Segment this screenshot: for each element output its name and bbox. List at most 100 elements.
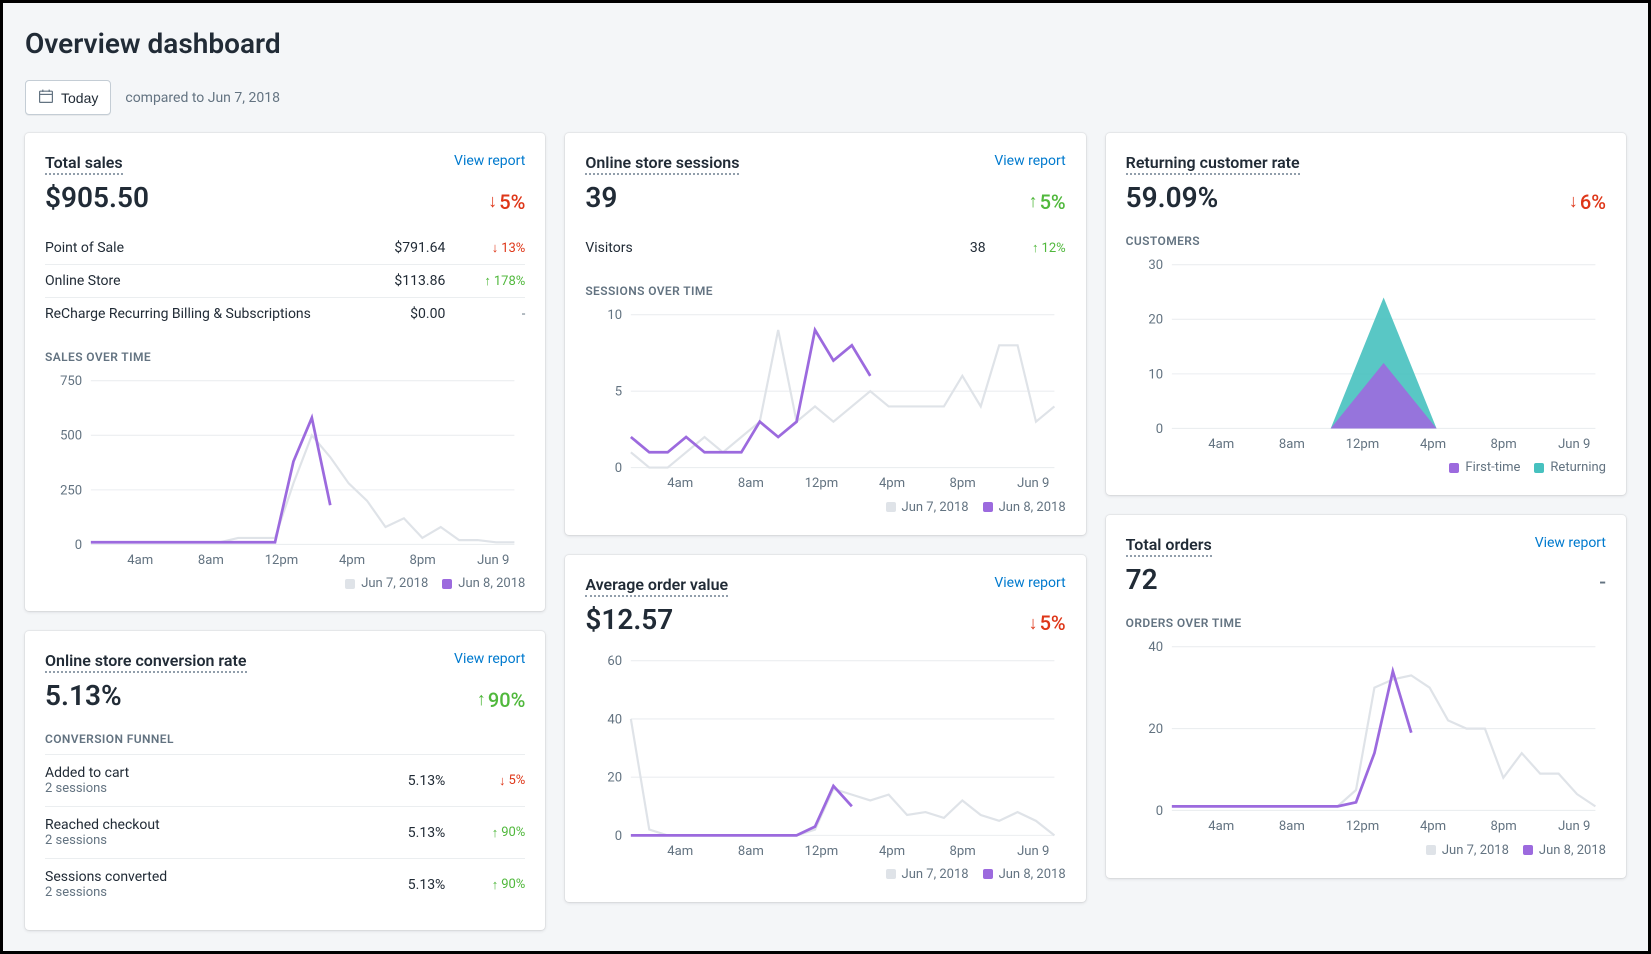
aov-value: $12.57 xyxy=(585,603,673,636)
svg-text:8am: 8am xyxy=(1279,820,1305,835)
svg-text:0: 0 xyxy=(615,461,622,476)
svg-text:12pm: 12pm xyxy=(1345,437,1379,452)
card-aov: Average order value View report $12.57 ↓… xyxy=(565,555,1085,902)
legend-swatch-icon xyxy=(886,502,896,512)
section-label-sales-over-time: SALES OVER TIME xyxy=(45,350,525,364)
svg-text:4pm: 4pm xyxy=(1420,820,1446,835)
chart-legend: Jun 7, 2018 Jun 8, 2018 xyxy=(1126,843,1606,858)
svg-text:40: 40 xyxy=(1148,641,1163,656)
date-picker-label: Today xyxy=(61,90,98,106)
view-report-link[interactable]: View report xyxy=(994,153,1065,169)
returning-delta: ↓6% xyxy=(1569,190,1606,214)
svg-text:8pm: 8pm xyxy=(410,553,436,568)
orders-value: 72 xyxy=(1126,563,1158,596)
card-sessions: Online store sessions View report 39 ↑5%… xyxy=(565,133,1085,535)
card-title-total-sales: Total sales xyxy=(45,153,123,175)
row-value: 38 xyxy=(906,240,986,256)
svg-text:8pm: 8pm xyxy=(950,844,976,859)
svg-text:10: 10 xyxy=(1148,367,1163,382)
card-title-orders: Total orders xyxy=(1126,535,1212,557)
svg-text:8pm: 8pm xyxy=(1490,437,1516,452)
funnel-change: ↑90% xyxy=(455,825,525,841)
view-report-link[interactable]: View report xyxy=(1535,535,1606,551)
sessions-value: 39 xyxy=(585,181,617,214)
svg-text:40: 40 xyxy=(608,712,623,727)
row-change: ↑12% xyxy=(996,240,1066,256)
funnel-sublabel: 2 sessions xyxy=(45,781,355,796)
view-report-link[interactable]: View report xyxy=(994,575,1065,591)
row-label: Point of Sale xyxy=(45,240,355,256)
arrow-up-icon: ↑ xyxy=(1029,191,1038,212)
legend-swatch-icon xyxy=(1534,463,1544,473)
svg-text:12pm: 12pm xyxy=(805,476,839,491)
svg-text:20: 20 xyxy=(1148,722,1163,737)
svg-text:500: 500 xyxy=(60,429,82,444)
svg-text:12pm: 12pm xyxy=(805,844,839,859)
section-label-funnel: CONVERSION FUNNEL xyxy=(45,732,525,746)
legend-swatch-icon xyxy=(345,579,355,589)
svg-text:8pm: 8pm xyxy=(950,476,976,491)
svg-text:60: 60 xyxy=(608,654,623,669)
orders-delta: - xyxy=(1599,570,1606,594)
legend-swatch-icon xyxy=(1523,845,1533,855)
calendar-icon xyxy=(38,88,54,107)
card-total-orders: Total orders View report 72 - ORDERS OVE… xyxy=(1106,515,1626,877)
svg-text:4pm: 4pm xyxy=(1420,437,1446,452)
funnel-sublabel: 2 sessions xyxy=(45,885,355,900)
compared-to-label: compared to Jun 7, 2018 xyxy=(125,90,280,106)
arrow-down-icon: ↓ xyxy=(1569,191,1578,212)
chart-legend: Jun 7, 2018 Jun 8, 2018 xyxy=(45,576,525,591)
card-conversion-rate: Online store conversion rate View report… xyxy=(25,631,545,930)
legend-swatch-icon xyxy=(983,869,993,879)
chart-legend: Jun 7, 2018 Jun 8, 2018 xyxy=(585,867,1065,882)
arrow-up-icon: ↑ xyxy=(1032,240,1039,256)
funnel-label: Sessions converted xyxy=(45,869,355,885)
legend-swatch-icon xyxy=(886,869,896,879)
page-title: Overview dashboard xyxy=(25,27,1626,60)
funnel-label: Reached checkout xyxy=(45,817,355,833)
svg-text:12pm: 12pm xyxy=(265,553,299,568)
arrow-up-icon: ↑ xyxy=(477,689,486,710)
arrow-up-icon: ↑ xyxy=(492,825,499,841)
section-label-orders-over-time: ORDERS OVER TIME xyxy=(1126,616,1606,630)
view-report-link[interactable]: View report xyxy=(454,651,525,667)
chart-legend: First-time Returning xyxy=(1126,460,1606,475)
conversion-funnel: Added to cart2 sessions 5.13% ↓5% Reache… xyxy=(45,754,525,910)
aov-chart: 02040604am8am12pm4pm8pmJun 9 xyxy=(585,652,1065,859)
arrow-down-icon: ↓ xyxy=(499,773,506,789)
svg-text:0: 0 xyxy=(615,828,622,843)
row-label: Visitors xyxy=(585,240,895,256)
svg-text:8pm: 8pm xyxy=(1490,820,1516,835)
sessions-chart: 05104am8am12pm4pm8pmJun 9 xyxy=(585,306,1065,492)
svg-text:Jun 9: Jun 9 xyxy=(1558,437,1590,452)
legend-swatch-icon xyxy=(983,502,993,512)
svg-text:8am: 8am xyxy=(1279,437,1305,452)
funnel-sublabel: 2 sessions xyxy=(45,833,355,848)
section-label-sessions-over-time: SESSIONS OVER TIME xyxy=(585,284,1065,298)
svg-text:750: 750 xyxy=(60,374,82,389)
card-title-returning: Returning customer rate xyxy=(1126,153,1300,175)
arrow-up-icon: ↑ xyxy=(484,273,491,289)
svg-text:5: 5 xyxy=(615,385,622,400)
row-value: $791.64 xyxy=(365,240,445,256)
arrow-down-icon: ↓ xyxy=(492,240,499,256)
customers-chart: 01020304am8am12pm4pm8pmJun 9 xyxy=(1126,256,1606,452)
date-picker-button[interactable]: Today xyxy=(25,80,111,115)
funnel-change: ↓5% xyxy=(455,773,525,789)
svg-text:8am: 8am xyxy=(738,844,764,859)
view-report-link[interactable]: View report xyxy=(454,153,525,169)
svg-text:30: 30 xyxy=(1148,258,1163,273)
card-returning-rate: Returning customer rate 59.09% ↓6% CUSTO… xyxy=(1106,133,1626,495)
svg-text:10: 10 xyxy=(608,308,623,323)
date-filter-row: Today compared to Jun 7, 2018 xyxy=(25,80,1626,115)
arrow-down-icon: ↓ xyxy=(1029,613,1038,634)
svg-text:20: 20 xyxy=(1148,313,1163,328)
row-value: $113.86 xyxy=(365,273,445,289)
svg-text:4pm: 4pm xyxy=(879,476,905,491)
row-change: ↓13% xyxy=(455,240,525,256)
sales-breakdown-table: Point of Sale $791.64 ↓13% Online Store … xyxy=(45,232,525,330)
funnel-label: Added to cart xyxy=(45,765,355,781)
total-sales-value: $905.50 xyxy=(45,181,149,214)
funnel-change: ↑90% xyxy=(455,877,525,893)
sessions-delta: ↑5% xyxy=(1029,190,1066,214)
